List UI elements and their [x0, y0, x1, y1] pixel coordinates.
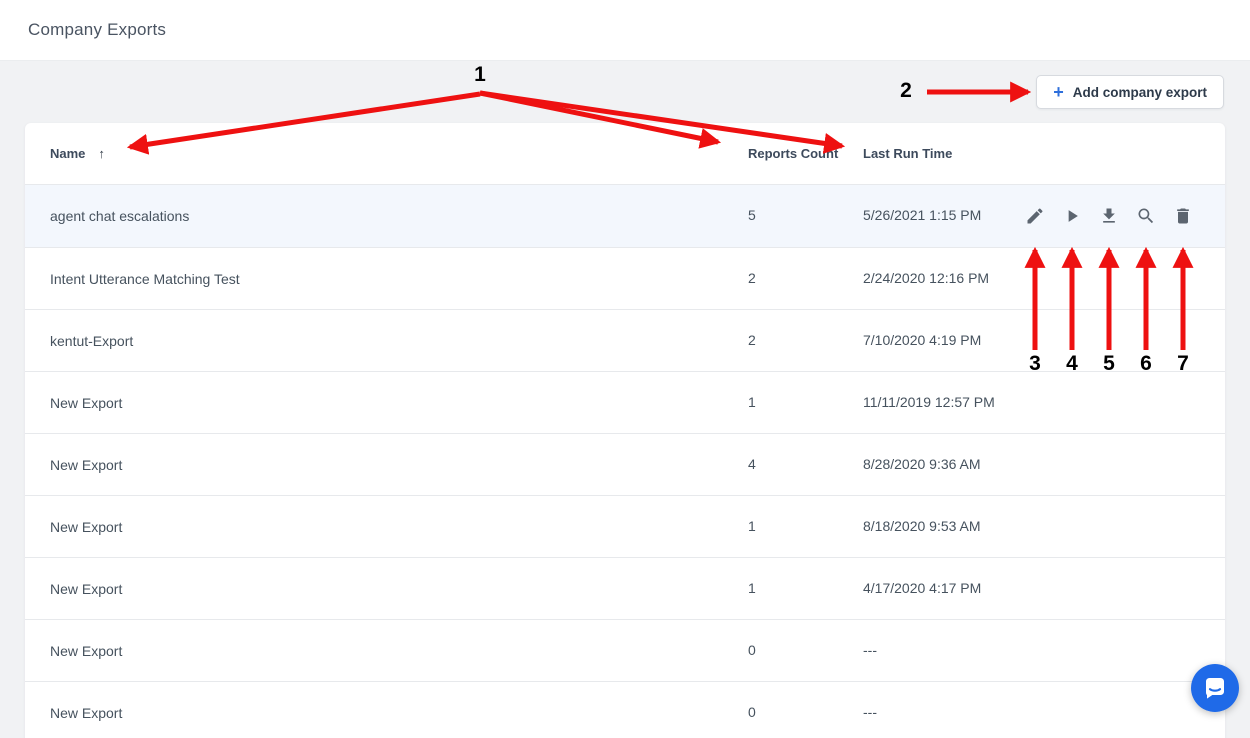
- table-row[interactable]: New Export 0 ---: [25, 681, 1225, 738]
- table-row[interactable]: New Export 0 ---: [25, 619, 1225, 681]
- export-name: Intent Utterance Matching Test: [50, 271, 240, 287]
- reports-count: 1: [748, 394, 756, 410]
- last-run-time: 7/10/2020 4:19 PM: [863, 332, 981, 348]
- edit-button[interactable]: [1023, 204, 1047, 228]
- last-run-time: ---: [863, 642, 877, 658]
- add-company-export-label: Add company export: [1073, 85, 1207, 100]
- export-name: agent chat escalations: [50, 208, 189, 224]
- table-row[interactable]: New Export 1 4/17/2020 4:17 PM: [25, 557, 1225, 619]
- play-icon: [1062, 206, 1082, 226]
- export-name: New Export: [50, 457, 122, 473]
- reports-count: 1: [748, 580, 756, 596]
- export-name: kentut-Export: [50, 333, 133, 349]
- reports-count: 2: [748, 332, 756, 348]
- export-name: New Export: [50, 519, 122, 535]
- last-run-time: 4/17/2020 4:17 PM: [863, 580, 981, 596]
- table-row[interactable]: Intent Utterance Matching Test 2 2/24/20…: [25, 247, 1225, 309]
- annotation-label-1: 1: [474, 63, 486, 87]
- annotation-label-2: 2: [900, 79, 912, 103]
- export-name: New Export: [50, 643, 122, 659]
- export-name: New Export: [50, 581, 122, 597]
- column-header-reports-count-label: Reports Count: [748, 146, 838, 161]
- add-company-export-button[interactable]: + Add company export: [1036, 75, 1224, 109]
- annotation-label-4: 4: [1066, 352, 1078, 376]
- sort-ascending-icon[interactable]: ↑: [98, 146, 105, 161]
- export-name: New Export: [50, 705, 122, 721]
- column-header-last-run-time-label: Last Run Time: [863, 146, 952, 161]
- last-run-time: 5/26/2021 1:15 PM: [863, 207, 981, 223]
- chat-bubble-icon: [1191, 664, 1239, 712]
- annotation-label-3: 3: [1029, 352, 1041, 376]
- download-icon: [1099, 206, 1119, 226]
- table-header-row: Name ↑ Reports Count Last Run Time: [25, 123, 1225, 185]
- delete-button[interactable]: [1171, 204, 1195, 228]
- column-header-name[interactable]: Name ↑: [25, 146, 748, 161]
- table-row[interactable]: agent chat escalations 5 5/26/2021 1:15 …: [25, 185, 1225, 247]
- last-run-time: 8/28/2020 9:36 AM: [863, 456, 981, 472]
- last-run-time: 11/11/2019 12:57 PM: [863, 394, 995, 410]
- company-exports-table: Name ↑ Reports Count Last Run Time agent…: [25, 123, 1225, 738]
- column-header-name-label: Name: [50, 146, 85, 161]
- annotation-label-5: 5: [1103, 352, 1115, 376]
- topbar: Company Exports: [0, 0, 1250, 61]
- view-button[interactable]: [1134, 204, 1158, 228]
- table-row[interactable]: New Export 1 11/11/2019 12:57 PM: [25, 371, 1225, 433]
- reports-count: 2: [748, 270, 756, 286]
- reports-count: 0: [748, 642, 756, 658]
- table-row[interactable]: New Export 4 8/28/2020 9:36 AM: [25, 433, 1225, 495]
- table-row[interactable]: New Export 1 8/18/2020 9:53 AM: [25, 495, 1225, 557]
- page-title: Company Exports: [28, 20, 166, 40]
- search-icon: [1136, 206, 1156, 226]
- reports-count: 1: [748, 518, 756, 534]
- export-name: New Export: [50, 395, 122, 411]
- reports-count: 0: [748, 704, 756, 720]
- last-run-time: 8/18/2020 9:53 AM: [863, 518, 981, 534]
- row-actions: [1015, 204, 1225, 228]
- column-header-reports-count[interactable]: Reports Count: [748, 145, 863, 163]
- reports-count: 4: [748, 456, 756, 472]
- column-header-last-run-time[interactable]: Last Run Time: [863, 145, 1015, 163]
- table-row[interactable]: kentut-Export 2 7/10/2020 4:19 PM: [25, 309, 1225, 371]
- download-button[interactable]: [1097, 204, 1121, 228]
- last-run-time: 2/24/2020 12:16 PM: [863, 270, 989, 286]
- plus-icon: +: [1053, 83, 1064, 101]
- chat-launcher-button[interactable]: [1191, 664, 1239, 712]
- reports-count: 5: [748, 207, 756, 223]
- run-button[interactable]: [1060, 204, 1084, 228]
- trash-icon: [1173, 206, 1193, 226]
- annotation-label-6: 6: [1140, 352, 1152, 376]
- last-run-time: ---: [863, 704, 877, 720]
- annotation-label-7: 7: [1177, 352, 1189, 376]
- pencil-icon: [1025, 206, 1045, 226]
